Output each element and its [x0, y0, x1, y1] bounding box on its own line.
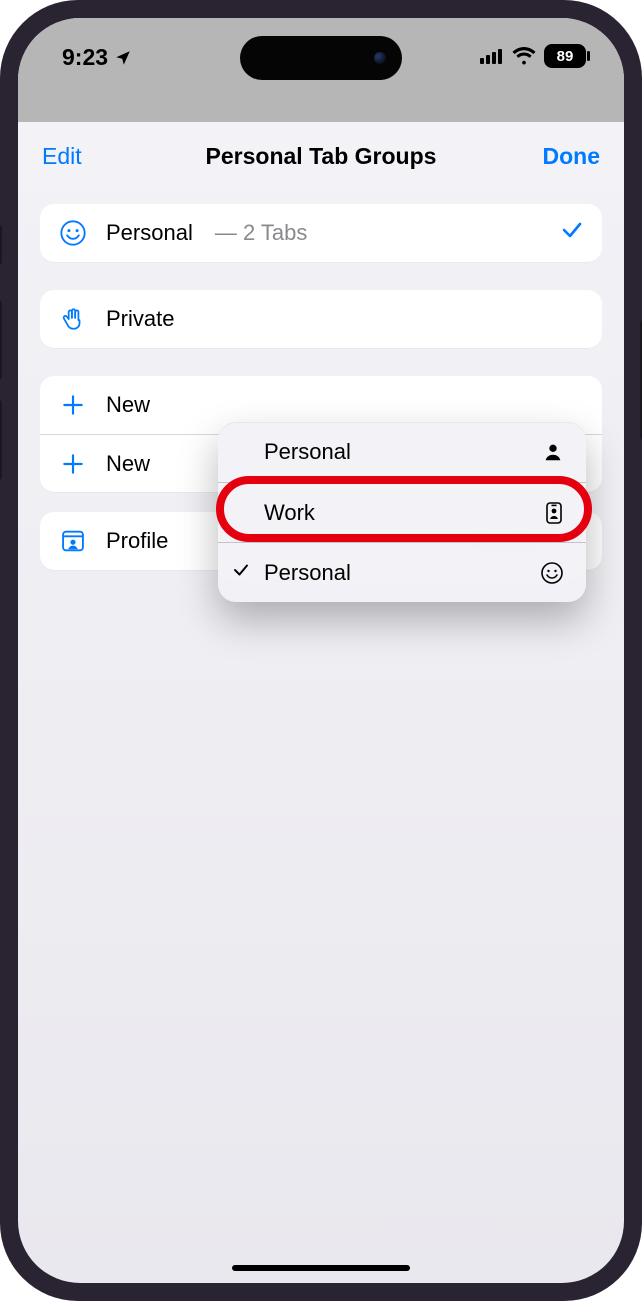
popover-item-label: Personal: [264, 560, 351, 586]
screen: 9:23 89 Edit Per: [18, 18, 624, 1283]
personal-group-card: Personal — 2 Tabs: [40, 204, 602, 262]
home-indicator[interactable]: [232, 1265, 410, 1271]
profile-picker-popover: Personal Work: [218, 422, 586, 602]
volume-down-button: [0, 400, 2, 480]
personal-group-label: Personal: [106, 220, 193, 246]
person-icon: [542, 441, 564, 463]
status-bar: 9:23 89: [18, 18, 624, 122]
battery-indicator: 89: [544, 44, 586, 68]
volume-up-button: [0, 300, 2, 380]
popover-item-work[interactable]: Work: [218, 482, 586, 542]
dynamic-island: [240, 36, 402, 80]
edit-button[interactable]: Edit: [42, 143, 82, 170]
new-label-2: New: [106, 451, 150, 477]
badge-icon: [544, 501, 564, 525]
status-left: 9:23: [62, 44, 132, 71]
wifi-icon: [512, 47, 536, 65]
personal-group-meta: — 2 Tabs: [215, 220, 308, 246]
nav-bar: Edit Personal Tab Groups Done: [18, 122, 624, 190]
cellular-icon: [480, 48, 504, 64]
silent-switch: [0, 225, 2, 265]
profile-label: Profile: [106, 528, 168, 554]
plus-icon: [58, 451, 88, 477]
popover-item-label: Personal: [264, 439, 351, 465]
checkmark-icon: [232, 561, 250, 585]
smile-icon: [540, 561, 564, 585]
content-area: Personal — 2 Tabs: [18, 190, 624, 570]
page-title: Personal Tab Groups: [206, 143, 437, 170]
battery-percent: 89: [557, 48, 574, 65]
personal-group-row[interactable]: Personal — 2 Tabs: [40, 204, 602, 262]
private-group-label: Private: [106, 306, 174, 332]
checkmark-icon: [560, 218, 584, 249]
device-frame: 9:23 89 Edit Per: [0, 0, 642, 1301]
hand-icon: [58, 306, 88, 332]
popover-item-personal[interactable]: Personal: [218, 422, 586, 482]
popover-item-label: Work: [264, 500, 315, 526]
private-group-row[interactable]: Private: [40, 290, 602, 348]
private-group-card: Private: [40, 290, 602, 348]
new-label-1: New: [106, 392, 150, 418]
smile-icon: [58, 219, 88, 247]
profile-icon: [58, 527, 88, 555]
location-icon: [114, 49, 132, 67]
done-button[interactable]: Done: [543, 143, 601, 170]
popover-item-personal-current[interactable]: Personal: [218, 542, 586, 602]
status-time: 9:23: [62, 44, 108, 71]
plus-icon: [58, 392, 88, 418]
status-right: 89: [480, 44, 586, 68]
